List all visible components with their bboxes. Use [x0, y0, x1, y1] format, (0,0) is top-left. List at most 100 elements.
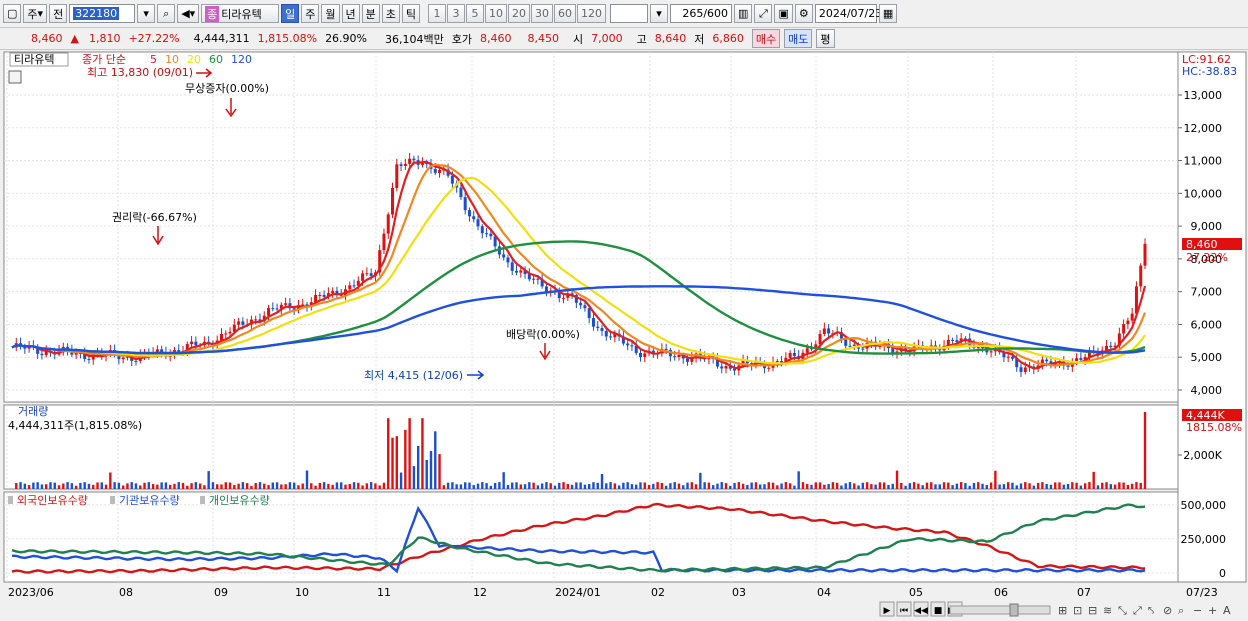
volume-bar [211, 482, 215, 489]
price-tick-label: 7,000 [1191, 286, 1223, 299]
volume-bar [583, 484, 587, 489]
stock-name-field[interactable]: 종 티라유텍 [201, 4, 280, 23]
period-tab-4[interactable]: 분 [361, 4, 380, 23]
candle-body [134, 360, 138, 362]
volume-bar [930, 482, 933, 489]
volume-bar [562, 482, 565, 489]
volume-bar [19, 482, 22, 489]
volume-bar [412, 466, 416, 489]
count-value: 265 [682, 7, 704, 20]
line-tool-icon[interactable]: ⤢ [754, 4, 773, 23]
low-label: 저 [694, 32, 705, 46]
count-field[interactable]: 265/600 [670, 4, 733, 23]
holdings-tick-label: 250,000 [1181, 533, 1227, 546]
date-field[interactable]: 2024/07/23 [814, 4, 882, 23]
ma-period-60: 60 [209, 53, 223, 66]
period-tab-3[interactable]: 년 [341, 4, 360, 23]
interval-button-1[interactable]: 1 [428, 4, 447, 23]
volume-bar [1058, 482, 1061, 489]
volume-bar [271, 482, 275, 489]
candle-body [254, 319, 258, 321]
interval-input[interactable] [610, 4, 649, 23]
interval-button-60[interactable]: 60 [554, 4, 577, 23]
dropdown-icon[interactable]: ▾ [137, 4, 156, 23]
x-axis-label: 02 [651, 586, 665, 599]
interval-button-20[interactable]: 20 [508, 4, 531, 23]
volume-bar [1071, 482, 1074, 489]
last-price-value: 8,460 [1186, 238, 1218, 251]
hoga-ask: 8,460 [480, 32, 512, 45]
save-icon[interactable]: ▣ [774, 4, 793, 23]
volume-bar [900, 482, 903, 489]
candle-body [677, 355, 681, 358]
period-type-select[interactable]: 주 ▾ [23, 4, 48, 23]
candle-body [724, 366, 728, 369]
volume-bar [955, 483, 959, 489]
volume-bar [156, 484, 159, 489]
interval-button-10[interactable]: 10 [485, 4, 508, 23]
volume-bar [686, 482, 689, 489]
volume-bar [605, 483, 608, 489]
dividend-annotation: 배당락(0.00%) [506, 328, 580, 341]
volume-bar [391, 437, 394, 489]
candle-body [1139, 265, 1143, 287]
volume-bar [947, 482, 950, 489]
stock-chart[interactable]: 13,00012,00011,00010,0009,0008,0007,0006… [0, 50, 1248, 621]
volume-bar [857, 485, 860, 489]
interval-button-5[interactable]: 5 [466, 4, 485, 23]
scrollbar-thumb[interactable] [1009, 603, 1019, 617]
interval-dropdown-icon[interactable]: ▾ [650, 4, 669, 23]
period-tab-2[interactable]: 월 [321, 4, 340, 23]
volume-bar [40, 484, 44, 489]
calendar-icon[interactable]: ▦ [878, 4, 898, 23]
candle-body [391, 188, 395, 215]
volume-bar [891, 483, 894, 489]
volume-bar [754, 482, 758, 489]
table-icon[interactable] [8, 70, 22, 84]
period-tab-6[interactable]: 틱 [401, 4, 421, 23]
sell-button[interactable]: 매도 [784, 29, 813, 48]
price-tick-label: 13,000 [1184, 89, 1223, 102]
candle-body [386, 214, 390, 234]
period-tab-5[interactable]: 초 [381, 4, 400, 23]
holdings-series-2: 개인보유수량 [209, 494, 270, 507]
scrollbar-track[interactable] [949, 605, 1051, 615]
scroll-control-icon: ■ [934, 606, 943, 616]
volume-bar [1036, 482, 1040, 489]
volume-bar [1083, 483, 1087, 489]
window-icon[interactable]: ▢ [3, 4, 22, 23]
prev-button[interactable]: 전 [49, 4, 68, 23]
bottom-tool-icon: + [1208, 604, 1217, 617]
eval-button[interactable]: 평 [816, 29, 835, 48]
volume-bar [878, 482, 882, 489]
volume-bar [301, 483, 304, 489]
speaker-icon[interactable]: ◀▾ [177, 4, 200, 23]
volume-bar [545, 482, 548, 489]
volume-bar [977, 482, 980, 489]
volume-bar [635, 484, 638, 489]
candle-body [506, 257, 510, 263]
current-price: 8,460 [31, 32, 63, 45]
candle-icon[interactable]: ▥ [734, 4, 753, 23]
volume-bar [596, 482, 599, 489]
volume-bar [1019, 483, 1023, 489]
volume-bar [369, 482, 373, 489]
period-tab-0[interactable]: 일 [281, 4, 300, 23]
volume-bar [207, 471, 210, 489]
interval-button-3[interactable]: 3 [447, 4, 466, 23]
interval-button-120[interactable]: 120 [577, 4, 607, 23]
stock-code-input[interactable]: 322180 [69, 4, 136, 23]
volume-bar [79, 482, 82, 489]
candle-body [788, 352, 792, 358]
volume-bar [506, 485, 510, 489]
count-total: /600 [703, 7, 729, 20]
volume-bar [959, 482, 963, 489]
volume-bar [245, 483, 249, 489]
search-icon[interactable]: ⌕ [157, 4, 176, 23]
interval-button-30[interactable]: 30 [531, 4, 554, 23]
volume-bar [340, 482, 343, 489]
period-tab-1[interactable]: 주 [301, 4, 320, 23]
buy-button[interactable]: 매수 [751, 29, 781, 48]
volume-bar [23, 483, 27, 489]
gear-icon[interactable]: ⚙ [794, 4, 813, 23]
